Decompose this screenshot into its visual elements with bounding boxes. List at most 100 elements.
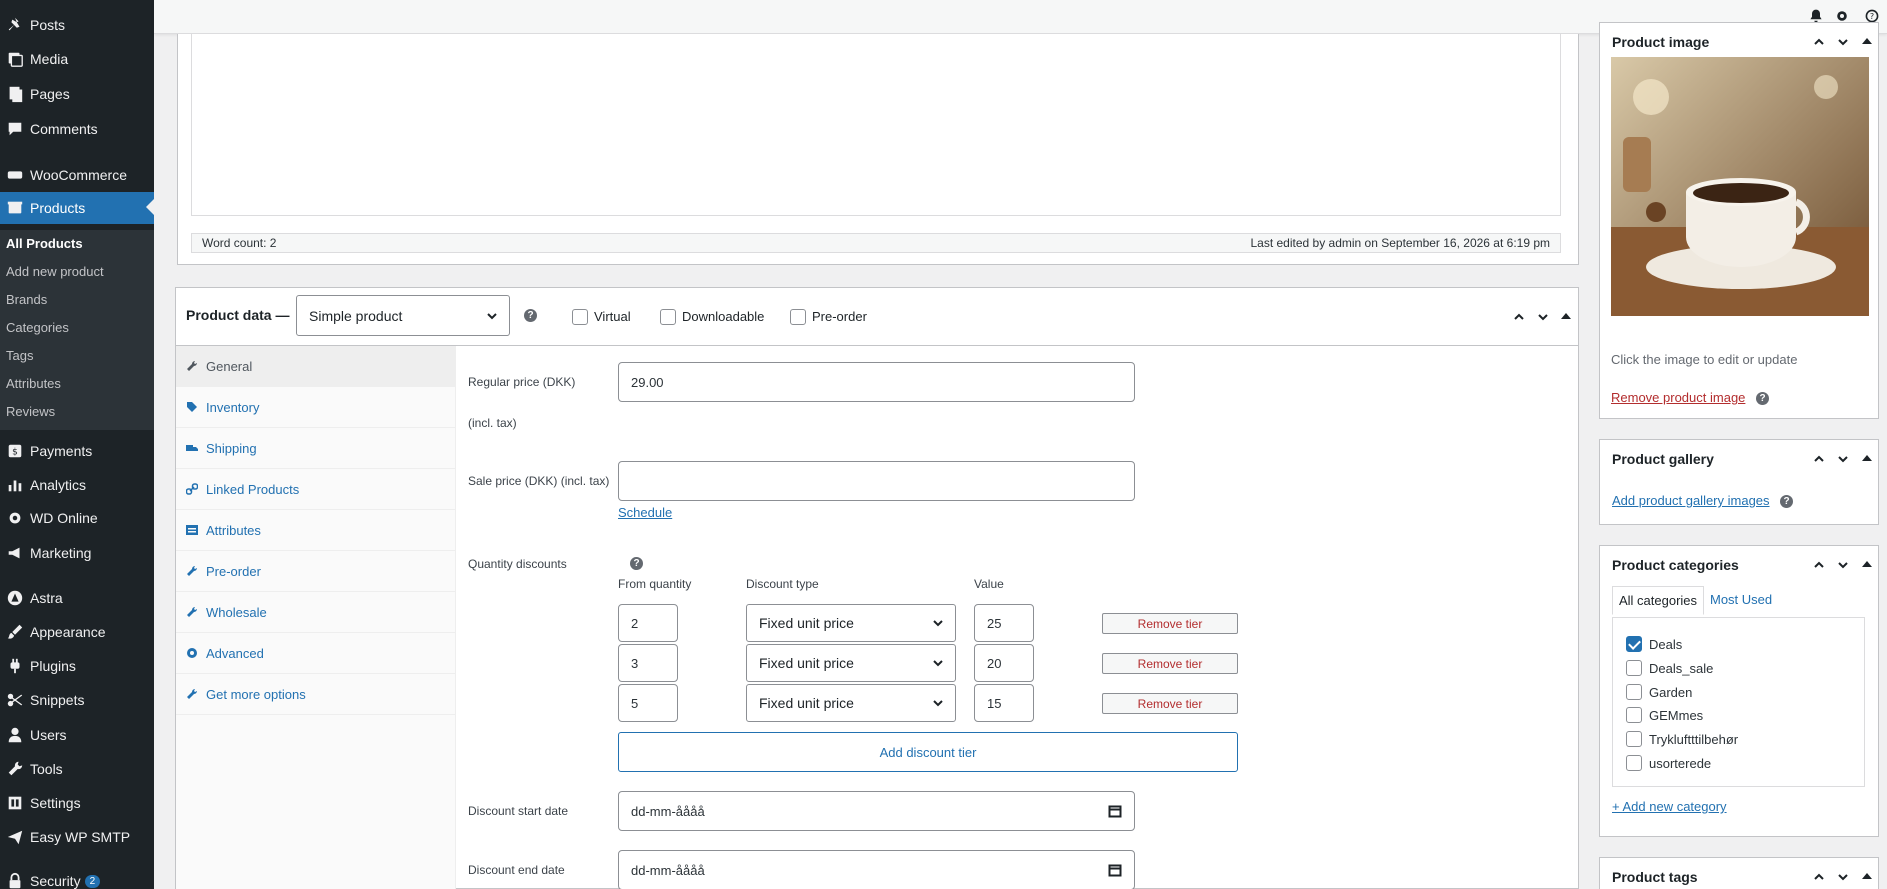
submenu-brands[interactable]: Brands — [6, 292, 47, 307]
discount-end-date-input[interactable]: dd-mm-åååå — [618, 850, 1135, 889]
tier-value-input[interactable]: 20 — [974, 644, 1034, 682]
menu-security[interactable]: Security 2 — [0, 866, 154, 889]
move-up-icon[interactable] — [1810, 450, 1828, 468]
tab-shipping[interactable]: Shipping — [176, 428, 456, 469]
regular-price-sublabel: (incl. tax) — [468, 416, 517, 430]
menu-label: WooCommerce — [30, 167, 127, 183]
tier-type-select[interactable]: Fixed unit price — [746, 684, 956, 722]
tier-type-select[interactable]: Fixed unit price — [746, 644, 956, 682]
menu-wd-online[interactable]: WD Online — [0, 503, 154, 533]
remove-tier-button[interactable]: Remove tier — [1102, 693, 1238, 714]
help-icon[interactable]: ? — [1780, 495, 1793, 508]
regular-price-input[interactable]: 29.00 — [618, 362, 1135, 402]
tab-get-more-options[interactable]: Get more options — [176, 674, 456, 715]
category-checkbox-gemmes[interactable] — [1626, 707, 1642, 723]
menu-products[interactable]: Products — [0, 192, 154, 224]
menu-woocommerce[interactable]: WooCommerce — [0, 160, 154, 190]
tab-all-categories[interactable]: All categories — [1612, 586, 1705, 615]
move-up-icon[interactable] — [1810, 868, 1828, 886]
help-icon[interactable]: ? — [524, 309, 537, 322]
help-icon[interactable]: ? — [630, 557, 643, 570]
category-checkbox-trykluft[interactable] — [1626, 731, 1642, 747]
menu-comments[interactable]: Comments — [0, 114, 154, 144]
tier-quantity-input[interactable]: 3 — [618, 644, 678, 682]
tab-pre-order[interactable]: Pre-order — [176, 551, 456, 592]
remove-tier-button[interactable]: Remove tier — [1102, 613, 1238, 634]
submenu-tags[interactable]: Tags — [6, 348, 33, 363]
menu-users[interactable]: Users — [0, 720, 154, 750]
menu-label: Payments — [30, 443, 93, 459]
move-down-icon[interactable] — [1834, 868, 1852, 886]
collapse-icon[interactable] — [1561, 313, 1571, 319]
menu-marketing[interactable]: Marketing — [0, 538, 154, 568]
preorder-checkbox[interactable] — [790, 309, 806, 325]
tier-quantity-input[interactable]: 5 — [618, 684, 678, 722]
tab-linked-products[interactable]: Linked Products — [176, 469, 456, 510]
calendar-icon[interactable] — [1108, 804, 1122, 818]
menu-easy-wp-smtp[interactable]: Easy WP SMTP — [0, 822, 154, 852]
remove-product-image-link[interactable]: Remove product image — [1611, 390, 1745, 405]
downloadable-checkbox[interactable] — [660, 309, 676, 325]
menu-posts[interactable]: Posts — [0, 10, 154, 40]
menu-settings[interactable]: Settings — [0, 788, 154, 818]
truck-icon — [186, 442, 206, 454]
move-down-icon[interactable] — [1834, 450, 1852, 468]
menu-payments[interactable]: $ Payments — [0, 436, 154, 466]
tab-inventory[interactable]: Inventory — [176, 387, 456, 428]
menu-plugins[interactable]: Plugins — [0, 651, 154, 681]
tab-attributes[interactable]: Attributes — [176, 510, 456, 551]
downloadable-label: Downloadable — [682, 309, 765, 324]
submenu-add-new-product[interactable]: Add new product — [6, 264, 104, 279]
menu-appearance[interactable]: Appearance — [0, 617, 154, 647]
virtual-checkbox[interactable] — [572, 309, 588, 325]
tab-most-used[interactable]: Most Used — [1704, 586, 1778, 613]
tab-advanced[interactable]: Advanced — [176, 633, 456, 674]
remove-tier-button[interactable]: Remove tier — [1102, 653, 1238, 674]
product-type-select[interactable]: Simple product — [296, 295, 510, 336]
discount-start-date-input[interactable]: dd-mm-åååå — [618, 791, 1135, 831]
calendar-icon[interactable] — [1108, 863, 1122, 877]
submenu-all-products[interactable]: All Products — [6, 236, 83, 251]
menu-pages[interactable]: Pages — [0, 79, 154, 109]
category-checkbox-usorterede[interactable] — [1626, 755, 1642, 771]
virtual-label: Virtual — [594, 309, 631, 324]
move-down-icon[interactable] — [1834, 556, 1852, 574]
collapse-icon[interactable] — [1862, 561, 1872, 567]
help-icon[interactable]: ? — [1756, 392, 1769, 405]
menu-snippets[interactable]: Snippets — [0, 685, 154, 715]
tier-value-input[interactable]: 25 — [974, 604, 1034, 642]
menu-tools[interactable]: Tools — [0, 754, 154, 784]
category-checkbox-garden[interactable] — [1626, 684, 1642, 700]
add-gallery-images-link[interactable]: Add product gallery images — [1612, 493, 1770, 508]
add-new-category-link[interactable]: + Add new category — [1612, 799, 1727, 814]
move-up-icon[interactable] — [1810, 33, 1828, 51]
move-up-icon[interactable] — [1510, 308, 1528, 326]
menu-astra[interactable]: Astra — [0, 583, 154, 613]
add-discount-tier-button[interactable]: Add discount tier — [618, 732, 1238, 772]
schedule-link[interactable]: Schedule — [618, 505, 672, 520]
chevron-down-icon — [485, 309, 499, 323]
category-checkbox-deals[interactable] — [1626, 636, 1642, 652]
sale-price-input[interactable] — [618, 461, 1135, 501]
collapse-icon[interactable] — [1862, 873, 1872, 879]
submenu-reviews[interactable]: Reviews — [6, 404, 55, 419]
editor-content-area[interactable] — [191, 34, 1561, 216]
tab-general[interactable]: General — [176, 346, 456, 387]
collapse-icon[interactable] — [1862, 38, 1872, 44]
tier-value-input[interactable]: 15 — [974, 684, 1034, 722]
collapse-icon[interactable] — [1862, 455, 1872, 461]
move-down-icon[interactable] — [1834, 33, 1852, 51]
menu-analytics[interactable]: Analytics — [0, 470, 154, 500]
tier-type-select[interactable]: Fixed unit price — [746, 604, 956, 642]
product-image[interactable] — [1611, 57, 1869, 316]
move-down-icon[interactable] — [1534, 308, 1552, 326]
category-checkbox-deals-sale[interactable] — [1626, 660, 1642, 676]
move-up-icon[interactable] — [1810, 556, 1828, 574]
tier-quantity-input[interactable]: 2 — [618, 604, 678, 642]
scissors-icon — [0, 691, 30, 709]
submenu-attributes[interactable]: Attributes — [6, 376, 61, 391]
chevron-down-icon — [931, 656, 945, 670]
tab-wholesale[interactable]: Wholesale — [176, 592, 456, 633]
menu-media[interactable]: Media — [0, 44, 154, 74]
submenu-categories[interactable]: Categories — [6, 320, 69, 335]
